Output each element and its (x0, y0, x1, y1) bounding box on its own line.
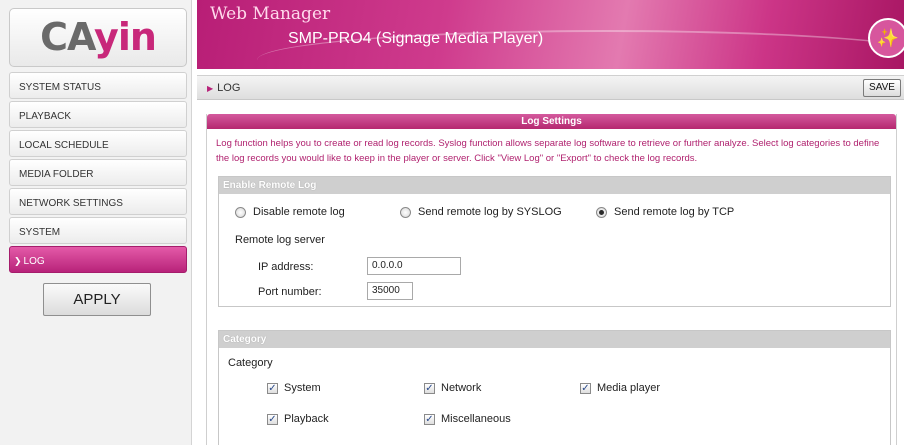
checkbox-label: Network (441, 382, 482, 394)
checkbox-playback[interactable]: ✓ Playback (267, 413, 329, 425)
checkbox-checked-icon[interactable]: ✓ (267, 413, 278, 425)
breadcrumb-arrow-icon: ▶ (207, 84, 214, 93)
ip-address-label: IP address: (258, 261, 314, 273)
sidebar-item-label: MEDIA FOLDER (19, 169, 94, 180)
sidebar-item-system[interactable]: SYSTEM (9, 217, 187, 244)
radio-icon[interactable] (235, 206, 246, 218)
sidebar-nav: SYSTEM STATUS PLAYBACK LOCAL SCHEDULE ME… (9, 72, 187, 275)
port-number-label: Port number: (258, 286, 322, 298)
section-heading: Enable Remote Log (219, 177, 890, 194)
ip-address-field[interactable]: 0.0.0.0 (367, 257, 461, 275)
active-arrow-icon: ❯ (14, 256, 22, 266)
panel-title: Log Settings (207, 114, 896, 129)
checkbox-label: Media player (597, 382, 660, 394)
checkbox-miscellaneous[interactable]: ✓ Miscellaneous (424, 413, 511, 425)
category-label: Category (228, 357, 273, 369)
radio-icon[interactable] (400, 206, 411, 218)
save-button[interactable]: SAVE (863, 79, 901, 97)
checkbox-checked-icon[interactable]: ✓ (424, 382, 435, 394)
checkbox-checked-icon[interactable]: ✓ (580, 382, 591, 394)
sidebar-item-label: SYSTEM (19, 227, 61, 238)
sidebar-item-label: PLAYBACK (19, 111, 72, 122)
remote-log-section: Enable Remote Log Disable remote log Sen… (218, 176, 891, 307)
radio-syslog[interactable]: Send remote log by SYSLOG (400, 206, 562, 218)
radio-label: Send remote log by SYSLOG (418, 206, 562, 218)
remote-log-server-label: Remote log server (235, 234, 325, 246)
sidebar-item-label: SYSTEM STATUS (19, 82, 101, 93)
sidebar-item-label: LOG (23, 256, 45, 267)
breadcrumb-bar: ▶ LOG SAVE (197, 75, 904, 100)
checkbox-system[interactable]: ✓ System (267, 382, 321, 394)
sidebar-item-playback[interactable]: PLAYBACK (9, 101, 187, 128)
sidebar-item-log[interactable]: ❯ LOG (9, 246, 187, 273)
sidebar-item-local-schedule[interactable]: LOCAL SCHEDULE (9, 130, 187, 157)
sidebar-item-label: LOCAL SCHEDULE (19, 140, 109, 151)
cayin-logo: CAyin (9, 8, 187, 67)
panel-description: Log function helps you to create or read… (216, 138, 880, 164)
checkbox-checked-icon[interactable]: ✓ (424, 413, 435, 425)
radio-label: Send remote log by TCP (614, 206, 735, 218)
radio-disable-remote-log[interactable]: Disable remote log (235, 206, 345, 218)
app-title: Web Manager (210, 4, 331, 24)
sidebar-item-system-status[interactable]: SYSTEM STATUS (9, 72, 187, 99)
sidebar-item-network-settings[interactable]: NETWORK SETTINGS (9, 188, 187, 215)
checkbox-checked-icon[interactable]: ✓ (267, 382, 278, 394)
sidebar: CAyin SYSTEM STATUS PLAYBACK LOCAL SCHED… (0, 0, 192, 445)
checkbox-label: System (284, 382, 321, 394)
sidebar-item-media-folder[interactable]: MEDIA FOLDER (9, 159, 187, 186)
breadcrumb-label: LOG (217, 82, 241, 94)
breadcrumb: ▶ LOG (207, 82, 240, 94)
apply-button[interactable]: APPLY (43, 283, 151, 316)
sidebar-item-label: NETWORK SETTINGS (19, 198, 123, 209)
checkbox-label: Miscellaneous (441, 413, 511, 425)
header-banner: Web Manager SMP-PRO4 (Signage Media Play… (197, 0, 904, 69)
checkbox-label: Playback (284, 413, 329, 425)
wizard-wand-icon[interactable]: ✨ (868, 18, 904, 58)
section-heading: Category (219, 331, 890, 348)
logo-text: CAyin (40, 15, 157, 59)
device-title: SMP-PRO4 (Signage Media Player) (288, 30, 544, 47)
checkbox-network[interactable]: ✓ Network (424, 382, 481, 394)
checkbox-media-player[interactable]: ✓ Media player (580, 382, 660, 394)
category-section: Category Category ✓ System ✓ Network ✓ Medi… (218, 330, 891, 445)
radio-label: Disable remote log (253, 206, 345, 218)
port-number-field[interactable]: 35000 (367, 282, 413, 300)
log-settings-panel: Log Settings Log function helps you to c… (206, 114, 897, 445)
radio-checked-icon[interactable] (596, 206, 607, 218)
radio-tcp[interactable]: Send remote log by TCP (596, 206, 734, 218)
